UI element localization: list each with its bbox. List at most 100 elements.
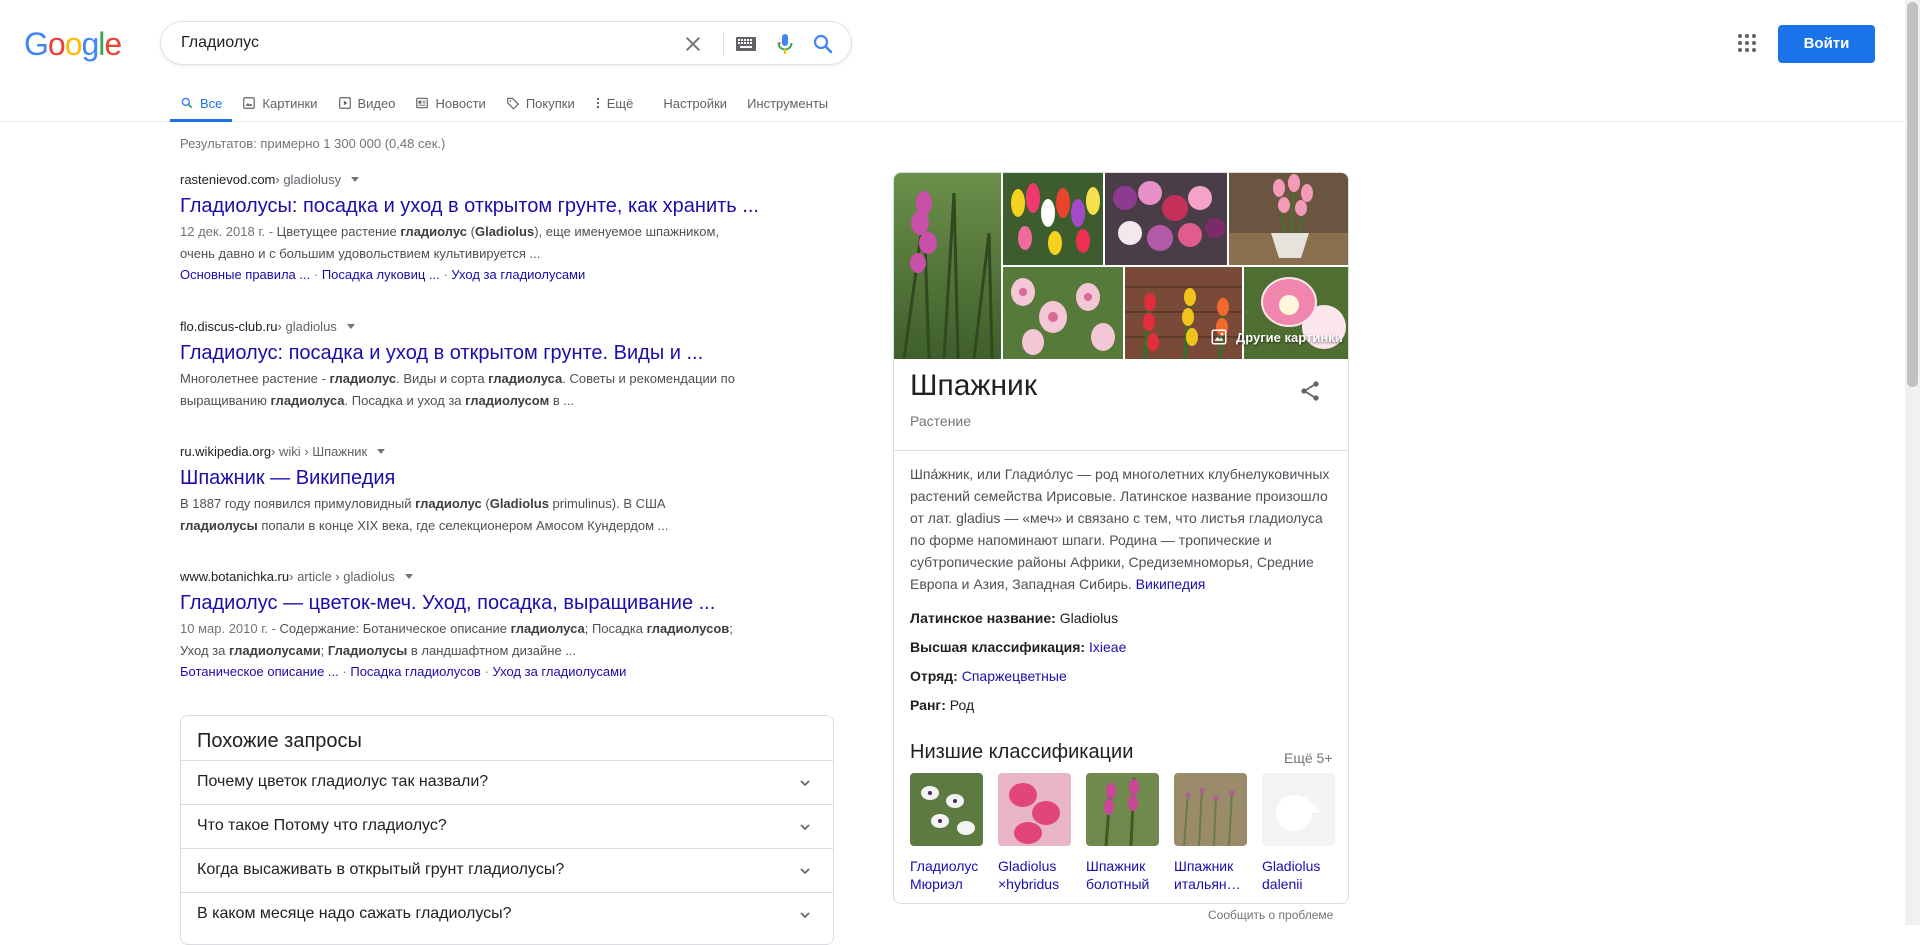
kp-thumb[interactable]: Gladiolus dalenii: [1262, 773, 1335, 893]
result-title-link[interactable]: Шпажник — Википедия: [180, 465, 800, 491]
snippet-text: ; Посадка: [584, 621, 647, 636]
kp-description-text: Шпа́жник, или Гладио́лус — род многолетн…: [910, 466, 1330, 592]
tab-all[interactable]: Все: [170, 84, 233, 122]
snippet-text: ;: [320, 643, 328, 658]
tab-news[interactable]: Новости: [405, 84, 495, 122]
signin-button[interactable]: Войти: [1778, 25, 1875, 63]
report-problem-link[interactable]: Сообщить о проблеме: [1208, 908, 1333, 922]
logo-letter: o: [64, 26, 83, 62]
thumb-caption-line: Шпажник: [1086, 858, 1146, 874]
search-box[interactable]: Гладиолус: [160, 21, 852, 65]
thumb-caption-line: итальян…: [1174, 876, 1241, 892]
gladiolus-photo[interactable]: [1003, 267, 1123, 359]
result-path: › gladiolus: [277, 319, 337, 334]
thumb-caption-line: болотный: [1086, 876, 1150, 892]
result-cite[interactable]: www.botanichka.ru › article › gladiolus: [180, 569, 800, 584]
result-domain: ru.wikipedia.org: [180, 444, 272, 459]
more-images-link[interactable]: Другие картинки: [1210, 328, 1343, 346]
kp-thumb[interactable]: Шпажник итальян…: [1174, 773, 1247, 893]
snippet-bold: гладиолусами: [228, 643, 321, 658]
kp-title: Шпажник: [910, 369, 1037, 402]
chevron-down-icon[interactable]: [377, 449, 386, 454]
gladiolus-photo[interactable]: [1105, 173, 1227, 265]
tab-video[interactable]: Видео: [328, 84, 406, 122]
tab-label: Картинки: [262, 95, 318, 111]
kp-image-collage[interactable]: Другие картинки: [894, 173, 1349, 359]
kp-thumb[interactable]: Gladiolus ×hybridus: [998, 773, 1071, 893]
tab-images[interactable]: Картинки: [232, 84, 327, 122]
snippet-bold: гладиолуса: [270, 393, 345, 408]
search-icon[interactable]: [811, 32, 835, 56]
more-vert-icon: [596, 97, 599, 109]
share-icon[interactable]: [1298, 379, 1322, 403]
tab-label: Новости: [435, 95, 486, 111]
close-icon[interactable]: [681, 32, 705, 56]
sitelink[interactable]: Ботаническое описание ...: [180, 664, 339, 679]
snippet-text: Многолетнее растение -: [180, 371, 330, 386]
chevron-down-icon: [800, 780, 810, 787]
sitelink[interactable]: Уход за гладиолусами: [492, 664, 626, 679]
thumb-caption: Гладиолус Мюриэл: [910, 857, 983, 893]
related-question[interactable]: Что такое Потому что гладиолус?: [181, 804, 833, 848]
related-question[interactable]: В каком месяце надо сажать гладиолусы?: [181, 892, 833, 936]
chevron-down-icon: [800, 824, 810, 831]
thumb-photo: [1174, 773, 1247, 847]
kp-more-link[interactable]: Ещё 5+: [1284, 750, 1333, 766]
thumb-caption-line: Шпажник: [1174, 858, 1234, 874]
image-icon: [243, 97, 256, 109]
result-title-link[interactable]: Гладиолус: посадка и уход в открытом гру…: [180, 340, 800, 366]
result-snippet: Многолетнее растение - гладиолус. Виды и…: [180, 368, 800, 412]
result-domain: flo.discus-club.ru: [180, 319, 278, 334]
gladiolus-photo[interactable]: [1003, 173, 1103, 265]
tab-settings[interactable]: Настройки: [653, 84, 737, 122]
google-logo[interactable]: Google: [24, 26, 122, 63]
apps-grid-icon[interactable]: [1735, 31, 1759, 55]
scrollbar[interactable]: [1905, 0, 1920, 925]
thumb-caption: Шпажник болотный: [1086, 857, 1159, 893]
snippet-bold: гладиолус: [415, 496, 482, 511]
tab-shopping[interactable]: Покупки: [496, 84, 585, 122]
related-question[interactable]: Почему цветок гладиолус так назвали?: [181, 760, 833, 804]
kp-thumb[interactable]: Гладиолус Мюриэл: [910, 773, 983, 893]
chevron-down-icon[interactable]: [404, 574, 413, 579]
tag-icon: [506, 97, 519, 110]
tab-tools[interactable]: Инструменты: [737, 84, 838, 122]
sitelink[interactable]: Основные правила ...: [180, 267, 310, 282]
chevron-down-icon[interactable]: [351, 177, 360, 182]
snippet-text: . Посадка и уход за: [344, 393, 466, 408]
sitelink[interactable]: Посадка луковиц ...: [322, 267, 440, 282]
kp-fact-link[interactable]: Спаржецветные: [962, 668, 1067, 684]
result-domain: www.botanichka.ru: [180, 569, 290, 584]
snippet-text: выращиванию: [180, 393, 271, 408]
sitelink[interactable]: Уход за гладиолусами: [451, 267, 585, 282]
search-result: www.botanichka.ru › article › gladiolus …: [180, 569, 800, 682]
result-cite[interactable]: flo.discus-club.ru › gladiolus: [180, 319, 800, 334]
chevron-down-icon[interactable]: [346, 324, 355, 329]
tab-label: Ещё: [606, 95, 634, 111]
kp-fact: Отряд: Спаржецветные: [910, 668, 1067, 684]
result-title-link[interactable]: Гладиолус — цветок-меч. Уход, посадка, в…: [180, 590, 800, 616]
keyboard-icon[interactable]: [734, 34, 758, 54]
tab-label: Все: [200, 95, 223, 111]
result-cite[interactable]: ru.wikipedia.org › wiki › Шпажник: [180, 444, 800, 459]
wikipedia-link[interactable]: Википедия: [1136, 576, 1206, 592]
kp-fact-link[interactable]: Ixieae: [1089, 639, 1126, 655]
thumb-caption-line: Мюриэл: [910, 876, 963, 892]
kp-thumb[interactable]: Шпажник болотный: [1086, 773, 1159, 893]
related-question[interactable]: Когда высаживать в открытый грунт гладио…: [181, 848, 833, 892]
gladiolus-photo[interactable]: [894, 173, 1001, 359]
snippet-bold: гладиолусов: [646, 621, 730, 636]
mic-icon[interactable]: [773, 32, 797, 56]
header: Google Гладиолус Войти Все Картинки Виде…: [0, 0, 1905, 122]
sitelink[interactable]: Посадка гладиолусов: [350, 664, 481, 679]
gladiolus-photo[interactable]: [1229, 173, 1349, 265]
search-input[interactable]: Гладиолус: [181, 34, 259, 52]
thumb-caption-line: ×hybridus: [998, 876, 1060, 892]
result-title-link[interactable]: Гладиолусы: посадка и уход в открытом гр…: [180, 193, 800, 219]
thumb-photo: [998, 773, 1071, 846]
result-cite[interactable]: rastenievod.com › gladiolusy: [180, 172, 800, 187]
snippet-bold: гладиолуса: [488, 371, 563, 386]
result-snippet: 12 дек. 2018 г. - Цветущее растение глад…: [180, 221, 800, 265]
scrollbar-thumb[interactable]: [1907, 2, 1918, 387]
tab-more[interactable]: Ещё: [585, 84, 644, 122]
